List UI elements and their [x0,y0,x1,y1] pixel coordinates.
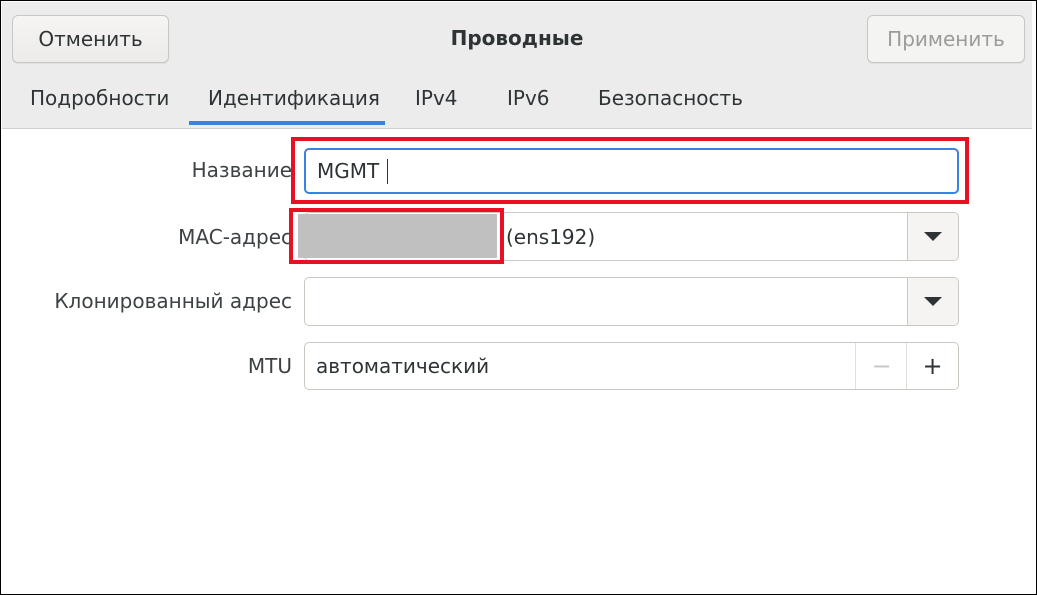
mtu-decrement-button[interactable]: − [855,343,907,389]
cloned-address-label: Клонированный адрес [54,289,292,313]
tab-security[interactable]: Безопасность [598,86,743,110]
highlight-name-box [291,137,969,204]
mac-dropdown-button[interactable] [907,213,958,260]
tab-bar: Подробности Идентификация IPv4 IPv6 Безо… [2,72,1032,129]
mac-label: MAC-адрес [178,225,292,249]
mtu-spinbutton[interactable]: автоматический − + [304,342,959,390]
tab-details[interactable]: Подробности [30,86,169,110]
highlight-mac-box [289,208,504,264]
mtu-increment-button[interactable]: + [906,343,958,389]
chevron-down-icon [924,297,942,306]
mtu-label: MTU [247,354,292,378]
chevron-down-icon [924,232,942,241]
cloned-address-combo[interactable] [304,277,959,326]
tab-identity[interactable]: Идентификация [208,86,380,110]
tab-ipv4[interactable]: IPv4 [415,86,458,110]
mtu-value: автоматический [316,354,490,378]
apply-button[interactable]: Применить [867,15,1025,63]
active-tab-indicator [189,121,385,125]
cloned-address-dropdown-button[interactable] [907,278,958,325]
name-label: Название [191,158,292,182]
mac-interface-suffix: (ens192) [506,225,596,249]
tab-ipv6[interactable]: IPv6 [507,86,550,110]
header-bar: Отменить Проводные Применить [2,2,1032,72]
dialog-window: Отменить Проводные Применить Подробности… [0,0,1037,595]
